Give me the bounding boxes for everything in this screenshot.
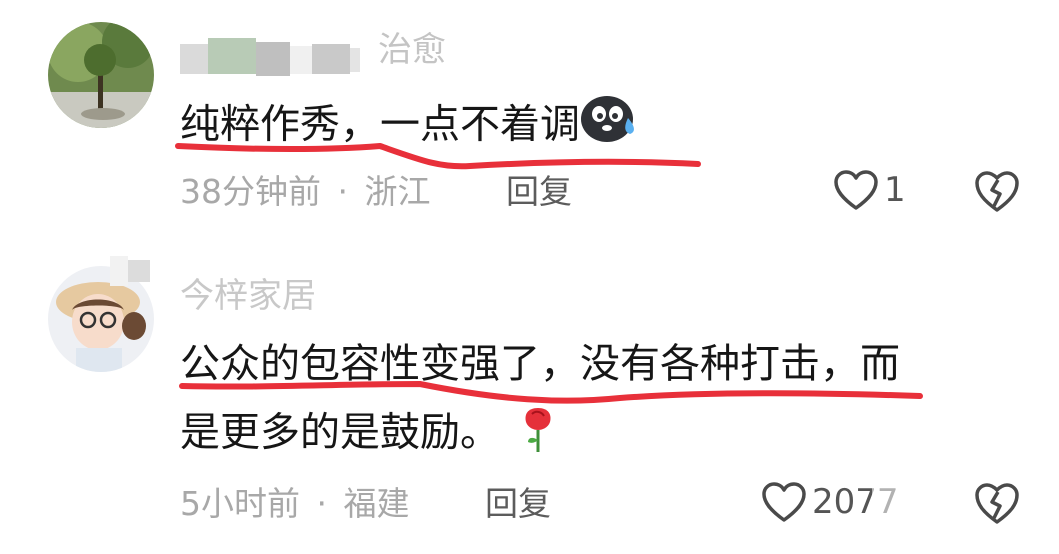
comment-text-line2: 是更多的是鼓励。	[180, 400, 558, 469]
mosaic-overlay	[110, 256, 150, 286]
watermark-fade	[872, 484, 932, 520]
username-censor-block	[180, 38, 360, 78]
location: 浙江	[364, 172, 431, 211]
comment-text: 纯粹作秀，一点不着调	[180, 94, 638, 159]
comment-item-1: 治愈 纯粹作秀，一点不着调 38分钟前 · 浙江 回复 1	[0, 0, 1059, 240]
avatar[interactable]	[48, 22, 154, 128]
username[interactable]: 治愈	[378, 30, 446, 70]
broken-heart-icon	[975, 483, 1019, 524]
dislike-button[interactable]	[972, 168, 1022, 218]
username[interactable]: 今梓家居	[180, 276, 316, 316]
reply-button[interactable]: 回复	[485, 484, 551, 524]
location: 福建	[343, 484, 410, 523]
sweat-face-emoji-icon	[580, 94, 638, 159]
timestamp: 5小时前	[180, 484, 300, 523]
comment-meta: 38分钟前 · 浙江	[180, 172, 431, 212]
broken-heart-icon	[975, 171, 1019, 212]
comment-text-content: 纯粹作秀，一点不着调	[180, 101, 580, 148]
timestamp: 38分钟前	[180, 172, 321, 211]
heart-icon	[762, 482, 806, 522]
meta-separator: ·	[316, 484, 328, 523]
rose-emoji-icon	[518, 400, 558, 469]
comment-item-2: 今梓家居 公众的包容性变强了，没有各种打击，而 是更多的是鼓励。 5小时前 · …	[0, 240, 1059, 554]
avatar-image-plant	[48, 22, 154, 128]
meta-separator: ·	[337, 172, 349, 211]
like-count: 1	[884, 170, 906, 210]
mosaic-overlay	[180, 38, 360, 76]
comment-meta: 5小时前 · 福建	[180, 484, 410, 524]
like-button[interactable]: 1	[832, 168, 906, 212]
heart-icon	[834, 170, 878, 210]
comment-text-line1: 公众的包容性变强了，没有各种打击，而	[180, 341, 900, 387]
reply-button[interactable]: 回复	[506, 172, 572, 212]
comment-text-content: 是更多的是鼓励。	[180, 409, 500, 456]
dislike-button[interactable]	[972, 480, 1022, 530]
